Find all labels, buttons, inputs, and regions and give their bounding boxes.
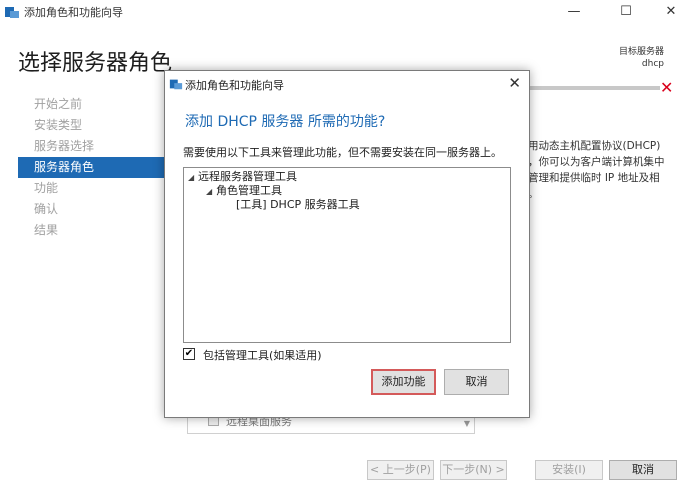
window-titlebar: 添加角色和功能向导 — ☐ ✕ [0, 0, 688, 24]
tree-item[interactable]: [工具] DHCP 服务器工具 [184, 198, 510, 212]
tree-item[interactable]: ◢ 角色管理工具 [184, 184, 510, 198]
nav-item[interactable]: 开始之前 [18, 94, 164, 115]
tree-item[interactable]: ◢ 远程服务器管理工具 [184, 170, 510, 184]
maximize-button[interactable]: ☐ [603, 0, 649, 24]
expand-triangle-icon[interactable]: ◢ [206, 185, 216, 199]
dialog-note: 需要使用以下工具来管理此功能，但不需要安装在同一服务器上。 [183, 146, 502, 159]
include-tools-checkbox[interactable]: ✔ [183, 348, 195, 360]
target-server-label: 目标服务器 [618, 47, 664, 57]
scroll-down-icon[interactable]: ▼ [464, 419, 470, 428]
tree-item-label: 角色管理工具 [216, 184, 282, 197]
dialog-title: 添加角色和功能向导 [185, 79, 284, 92]
tree-item-label: [工具] DHCP 服务器工具 [236, 198, 360, 211]
description-line: 管理和提供临时 IP 地址及相 [528, 172, 660, 184]
tree-item-label: 远程服务器管理工具 [198, 170, 297, 183]
nav-item[interactable]: 功能 [18, 178, 164, 199]
previous-button[interactable]: < 上一步(P) [367, 460, 434, 480]
error-x-icon: ✕ [660, 78, 674, 97]
nav-item[interactable]: 确认 [18, 199, 164, 220]
add-features-button[interactable]: 添加功能 [371, 369, 436, 395]
expand-triangle-icon[interactable]: ◢ [188, 171, 198, 185]
close-button[interactable]: ✕ [648, 0, 688, 24]
dialog-titlebar: 添加角色和功能向导 ✕ [165, 71, 529, 97]
include-tools-label: 包括管理工具(如果适用) [203, 349, 322, 362]
target-server-value: dhcp [641, 59, 664, 69]
target-server: 目标服务器 dhcp [619, 46, 664, 70]
dialog-close-button[interactable]: ✕ [508, 74, 521, 92]
description-line: 。 [528, 188, 539, 200]
nav-item[interactable]: 安装类型 [18, 115, 164, 136]
minimize-button[interactable]: — [551, 0, 597, 24]
page-title: 选择服务器角色 [18, 51, 173, 76]
nav-item[interactable]: 结果 [18, 220, 164, 241]
window-title: 添加角色和功能向导 [24, 6, 123, 19]
header-divider [528, 86, 660, 90]
dialog-heading: 添加 DHCP 服务器 所需的功能? [185, 114, 386, 130]
dialog-cancel-button[interactable]: 取消 [444, 369, 509, 395]
description-line: ，你可以为客户端计算机集中 [528, 156, 665, 168]
description-line: 用动态主机配置协议(DHCP) [528, 140, 661, 152]
nav-item[interactable]: 服务器选择 [18, 136, 164, 157]
add-features-dialog: 添加角色和功能向导 ✕ 添加 DHCP 服务器 所需的功能? 需要使用以下工具来… [164, 70, 530, 418]
server-manager-icon [169, 79, 183, 90]
cancel-button[interactable]: 取消 [609, 460, 677, 480]
next-button[interactable]: 下一步(N) > [440, 460, 507, 480]
nav-item[interactable]: 服务器角色 [18, 157, 164, 178]
server-manager-icon [5, 7, 19, 18]
role-description: 用动态主机配置协议(DHCP) ，你可以为客户端计算机集中 管理和提供临时 IP… [528, 138, 678, 202]
install-button[interactable]: 安装(I) [535, 460, 603, 480]
features-tree[interactable]: ◢ 远程服务器管理工具 ◢ 角色管理工具 [工具] DHCP 服务器工具 [183, 167, 511, 343]
wizard-nav: 开始之前 安装类型 服务器选择 服务器角色 功能 确认 结果 [18, 94, 164, 241]
